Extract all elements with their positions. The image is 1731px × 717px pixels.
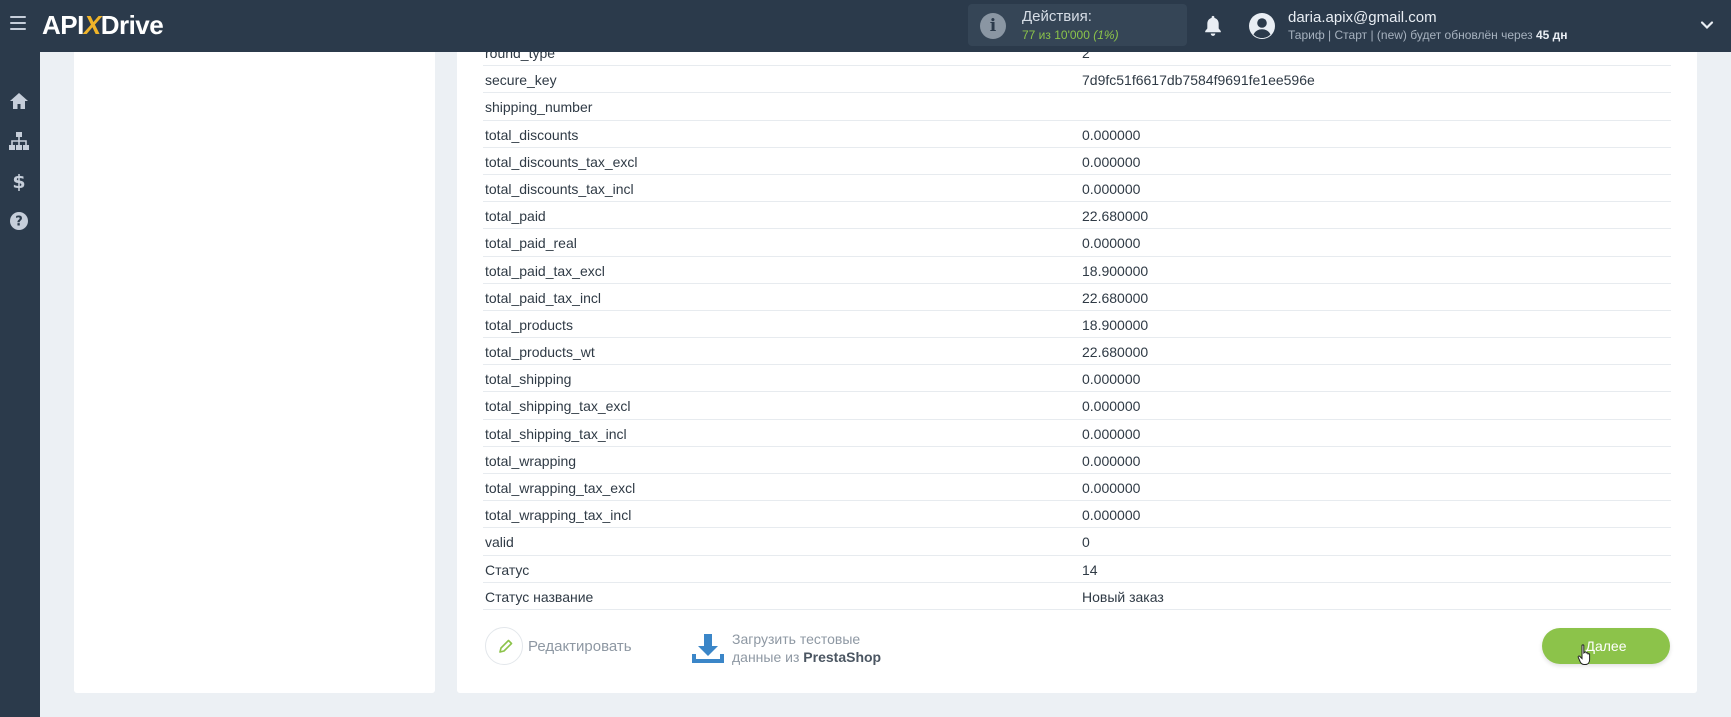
table-row: round_type 2 <box>483 52 1671 67</box>
svg-text:$: $ <box>12 171 25 192</box>
field-name: total_paid_tax_excl <box>485 262 605 279</box>
table-row: total_wrapping_tax_incl 0.000000 <box>483 501 1671 529</box>
field-name: total_discounts_tax_excl <box>485 153 638 170</box>
field-name: secure_key <box>485 72 557 89</box>
table-row: total_products_wt 22.680000 <box>483 338 1671 366</box>
menu-icon[interactable] <box>10 16 26 30</box>
field-name: total_products <box>485 316 573 333</box>
field-name: round_type <box>485 52 556 61</box>
field-value: 0.000000 <box>1082 507 1141 524</box>
user-email[interactable]: daria.apix@gmail.com <box>1288 9 1437 26</box>
hand-cursor-icon <box>1577 644 1591 665</box>
field-value: 0.000000 <box>1082 452 1141 469</box>
field-name: Статус название <box>485 588 594 605</box>
field-name: total_wrapping_tax_excl <box>485 480 636 496</box>
field-name: total_shipping <box>485 371 572 388</box>
edit-circle <box>485 627 523 665</box>
field-value: 0.000000 <box>1082 235 1141 252</box>
field-name: valid <box>485 534 514 551</box>
load-test-data-button[interactable]: Загрузить тестовые данные из PrestaShop <box>691 630 921 670</box>
field-value: 22.680000 <box>1082 289 1149 306</box>
table-row: total_discounts 0.000000 <box>483 121 1671 148</box>
table-row: Статус название Новый заказ <box>483 583 1671 610</box>
field-value: 0.000000 <box>1082 371 1141 388</box>
next-button[interactable]: Далее <box>1542 628 1670 664</box>
dollar-icon[interactable]: $ <box>8 170 30 192</box>
bell-icon[interactable] <box>1202 14 1224 38</box>
table-row: total_shipping 0.000000 <box>483 365 1671 393</box>
field-name: total_wrapping_tax_incl <box>485 507 632 524</box>
svg-text:?: ? <box>15 215 23 230</box>
field-name: total_discounts_tax_incl <box>485 180 634 197</box>
table-row: valid 0 <box>483 528 1671 556</box>
user-avatar-icon[interactable] <box>1248 12 1276 40</box>
field-name: total_discounts <box>485 126 579 143</box>
field-value: 18.900000 <box>1082 262 1149 279</box>
logo[interactable]: APIXDrive <box>42 10 164 41</box>
field-name: shipping_number <box>485 99 593 116</box>
pencil-icon <box>499 639 513 653</box>
table-row: total_discounts_tax_excl 0.000000 <box>483 148 1671 175</box>
field-value: 0.000000 <box>1082 425 1141 442</box>
field-value: 14 <box>1082 561 1098 578</box>
main-panel: round_type 2 secure_key 7d9fc51f6617db7584f… <box>457 52 1697 693</box>
edit-label: Редактировать <box>528 638 632 655</box>
field-name: total_shipping_tax_incl <box>485 425 627 442</box>
table-row: total_wrapping 0.000000 <box>483 447 1671 474</box>
field-name: total_shipping_tax_excl <box>485 398 631 415</box>
sitemap-icon[interactable] <box>8 130 30 152</box>
field-value: Новый заказ <box>1082 588 1164 605</box>
home-icon[interactable] <box>8 90 30 112</box>
field-name: total_wrapping <box>485 452 577 469</box>
actions-counter[interactable]: i Действия: 77 из 10'000 (1%) <box>968 4 1187 46</box>
field-value: 7d9fc51f6617db7584f9691fe1ee596e <box>1082 72 1315 89</box>
field-value: 22.680000 <box>1082 344 1149 361</box>
table-row: shipping_number <box>483 93 1671 121</box>
table-row: total_paid_tax_incl 22.680000 <box>483 284 1671 311</box>
table-row: total_wrapping_tax_excl 0.000000 <box>483 474 1671 502</box>
field-name: total_products_wt <box>485 344 595 361</box>
table-row: total_shipping_tax_excl 0.000000 <box>483 392 1671 420</box>
sidebar: $ ? <box>0 52 40 717</box>
download-icon <box>692 634 724 663</box>
field-name: Статус <box>485 561 530 578</box>
table-row: total_paid_real 0.000000 <box>483 229 1671 257</box>
left-panel <box>74 52 435 693</box>
table-row: total_discounts_tax_incl 0.000000 <box>483 175 1671 203</box>
field-value: 0 <box>1082 534 1090 551</box>
field-value: 0.000000 <box>1082 398 1141 415</box>
top-bar: APIXDrive i Действия: 77 из 10'000 (1%) … <box>0 0 1731 52</box>
info-icon: i <box>980 13 1006 39</box>
field-value: 18.900000 <box>1082 316 1149 333</box>
table-row: total_shipping_tax_incl 0.000000 <box>483 420 1671 447</box>
field-name: total_paid_real <box>485 235 577 252</box>
field-name: total_paid_tax_incl <box>485 289 601 306</box>
field-name: total_paid <box>485 208 546 225</box>
table-row: total_paid 22.680000 <box>483 202 1671 230</box>
data-table: round_type 2 secure_key 7d9fc51f6617db7584f… <box>483 52 1671 610</box>
table-row: total_products 18.900000 <box>483 311 1671 339</box>
field-value: 22.680000 <box>1082 208 1149 225</box>
field-value: 2 <box>1082 52 1090 61</box>
help-icon[interactable]: ? <box>8 210 30 232</box>
table-row: Статус 14 <box>483 556 1671 583</box>
chevron-down-icon[interactable] <box>1700 18 1714 32</box>
field-value: 0.000000 <box>1082 480 1141 496</box>
field-value: 0.000000 <box>1082 126 1141 143</box>
actions-label: Действия: <box>1022 8 1092 25</box>
field-value: 0.000000 <box>1082 180 1141 197</box>
field-value: 0.000000 <box>1082 153 1141 170</box>
load-label: Загрузить тестовые данные из PrestaShop <box>732 631 882 665</box>
table-row: secure_key 7d9fc51f6617db7584f9691fe1ee59… <box>483 66 1671 94</box>
actions-count: 77 из 10'000 (1%) <box>1022 28 1119 42</box>
plan-info: Тариф | Старт | (new) будет обновлён чер… <box>1288 28 1568 42</box>
table-row: total_paid_tax_excl 18.900000 <box>483 257 1671 284</box>
